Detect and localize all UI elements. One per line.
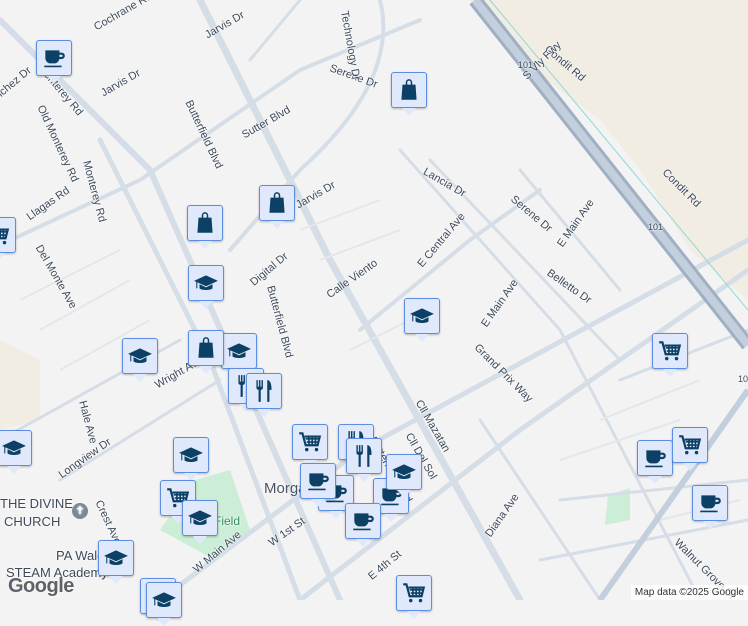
bag-icon	[264, 190, 290, 216]
bag-marker[interactable]	[187, 205, 223, 249]
coffee-marker[interactable]	[692, 485, 728, 529]
poi-label[interactable]: THE DIVINE	[0, 496, 73, 511]
coffee-icon	[697, 490, 723, 516]
graduation-cap-marker[interactable]	[146, 582, 182, 626]
cart-marker[interactable]	[652, 333, 688, 377]
graduation-cap-icon	[226, 338, 252, 364]
cart-icon	[0, 222, 11, 248]
graduation-cap-icon	[127, 343, 153, 369]
church-icon[interactable]: ✝	[72, 503, 88, 519]
fork-knife-icon	[251, 378, 277, 404]
cart-marker[interactable]	[292, 424, 328, 468]
bag-marker[interactable]	[188, 330, 224, 374]
graduation-cap-marker[interactable]	[98, 540, 134, 584]
coffee-icon	[41, 45, 67, 71]
graduation-cap-marker[interactable]	[0, 430, 32, 474]
google-logo: Google	[8, 575, 74, 597]
bag-marker[interactable]	[259, 185, 295, 229]
graduation-cap-marker[interactable]	[404, 298, 440, 342]
coffee-marker[interactable]	[637, 440, 673, 484]
graduation-cap-icon	[1, 435, 27, 461]
bag-marker[interactable]	[391, 72, 427, 116]
graduation-cap-marker[interactable]	[188, 265, 224, 309]
map-attribution[interactable]: Map data ©2025 Google	[630, 585, 748, 600]
graduation-cap-icon	[391, 459, 417, 485]
cart-marker[interactable]	[0, 217, 16, 261]
fork-knife-marker[interactable]	[346, 438, 382, 482]
coffee-marker[interactable]	[300, 463, 336, 507]
bag-icon	[193, 335, 219, 361]
coffee-icon	[305, 468, 331, 494]
bag-icon	[192, 210, 218, 236]
cart-marker[interactable]	[396, 575, 432, 619]
coffee-icon	[350, 508, 376, 534]
route-shield-101: 101	[518, 60, 534, 70]
cart-icon	[297, 429, 323, 455]
cart-icon	[657, 338, 683, 364]
fork-knife-icon	[351, 443, 377, 469]
graduation-cap-marker[interactable]	[182, 500, 218, 544]
coffee-marker[interactable]	[345, 503, 381, 547]
graduation-cap-marker[interactable]	[221, 333, 257, 377]
route-shield-101: 101	[738, 374, 748, 384]
coffee-marker[interactable]	[36, 40, 72, 84]
graduation-cap-icon	[178, 442, 204, 468]
cart-icon	[677, 432, 703, 458]
graduation-cap-marker[interactable]	[173, 437, 209, 481]
cart-marker[interactable]	[672, 427, 708, 471]
poi-label[interactable]: CHURCH	[4, 514, 60, 529]
fork-knife-marker[interactable]	[246, 373, 282, 417]
graduation-cap-icon	[103, 545, 129, 571]
coffee-icon	[642, 445, 668, 471]
route-shield-101: 101	[648, 222, 664, 232]
graduation-cap-icon	[193, 270, 219, 296]
graduation-cap-icon	[409, 303, 435, 329]
bag-icon	[396, 77, 422, 103]
cart-icon	[401, 580, 427, 606]
graduation-cap-icon	[187, 505, 213, 531]
graduation-cap-icon	[151, 587, 177, 613]
graduation-cap-marker[interactable]	[122, 338, 158, 382]
graduation-cap-marker[interactable]	[386, 454, 422, 498]
